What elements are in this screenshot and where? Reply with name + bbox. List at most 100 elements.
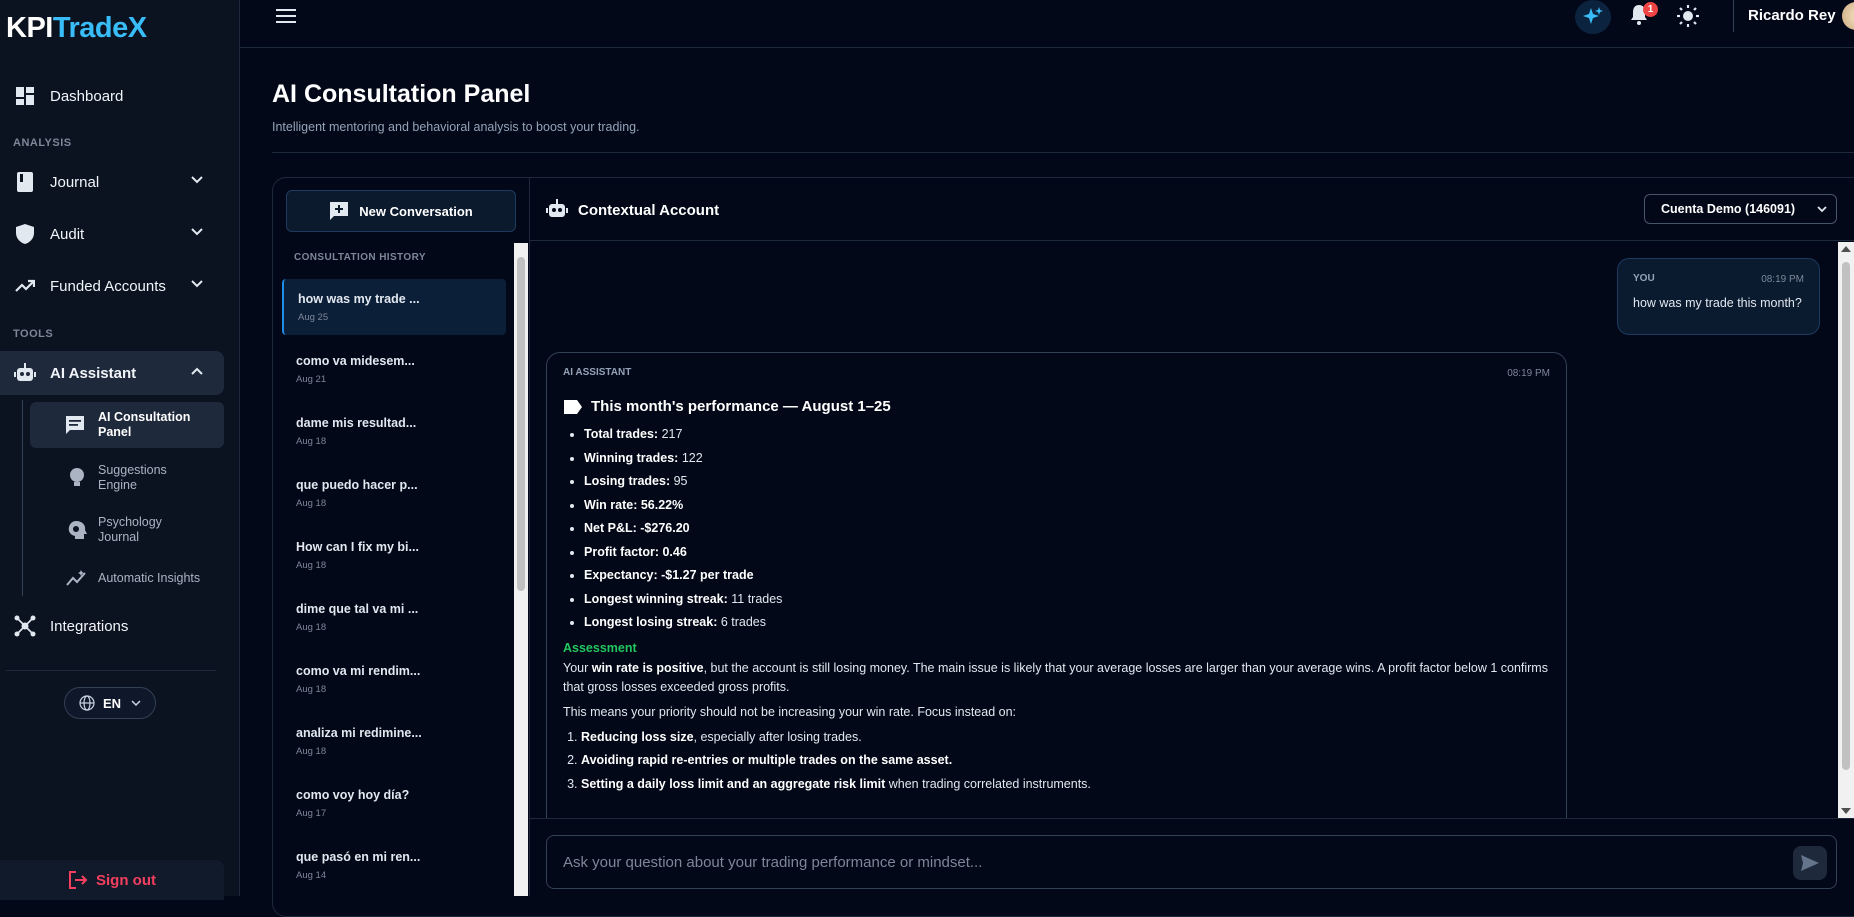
chevron-down-icon xyxy=(190,277,204,295)
sidebar: KPITradeX Dashboard ANALYSIS Journal Aud… xyxy=(0,0,240,900)
history-item[interactable]: que pasó en mi ren... Aug 14 xyxy=(282,837,506,893)
stat-item: Longest winning streak: 11 trades xyxy=(584,588,1550,612)
chevron-down-icon xyxy=(190,225,204,243)
username[interactable]: Ricardo Rey xyxy=(1748,7,1836,24)
robot-icon xyxy=(546,199,568,224)
history-item-title: How can I fix my bi... xyxy=(296,540,419,554)
send-button[interactable] xyxy=(1793,846,1827,880)
language-label: EN xyxy=(103,695,122,711)
subnav-automatic-insights[interactable]: Automatic Insights xyxy=(30,555,224,601)
history-item[interactable]: How can I fix my bi... Aug 18 xyxy=(282,527,506,583)
label-tag-icon xyxy=(563,399,583,415)
nav-journal-label: Journal xyxy=(50,173,100,191)
subnav-label: Suggestions Engine xyxy=(98,463,167,492)
history-item[interactable]: how was my trade ... Aug 25 xyxy=(282,279,506,335)
history-scroll-thumb[interactable] xyxy=(517,257,525,591)
nav-integrations[interactable]: Integrations xyxy=(0,604,224,648)
nav-funded-accounts-label: Funded Accounts xyxy=(50,277,166,295)
new-conversation-label: New Conversation xyxy=(359,203,473,219)
language-selector[interactable]: EN xyxy=(64,687,156,719)
history-scrollbar[interactable] xyxy=(514,243,528,896)
history-item[interactable]: dime que tal va mi ... Aug 18 xyxy=(282,589,506,645)
history-item-date: Aug 18 xyxy=(296,498,327,509)
account-select[interactable]: Cuenta Demo (146091) xyxy=(1644,194,1837,224)
sign-out-button[interactable]: Sign out xyxy=(0,860,224,900)
assessment-title: Assessment xyxy=(563,640,637,655)
focus-list: Reducing loss size, especially after los… xyxy=(563,726,1550,797)
chat-scroll-thumb[interactable] xyxy=(1842,262,1850,770)
menu-icon[interactable] xyxy=(276,8,296,29)
stat-item: Longest losing streak: 6 trades xyxy=(584,611,1550,635)
nav-dashboard-label: Dashboard xyxy=(50,87,124,105)
history-item[interactable]: como va midesem... Aug 21 xyxy=(282,341,506,397)
top-bar: 1 Ricardo Rey xyxy=(240,0,1854,48)
subnav-ai-consultation-panel[interactable]: AI Consultation Panel xyxy=(30,402,224,448)
subnav-suggestions-engine[interactable]: Suggestions Engine xyxy=(30,455,224,501)
book-icon xyxy=(14,171,36,193)
scroll-up-arrow-icon[interactable] xyxy=(1841,246,1851,252)
history-item[interactable]: como voy hoy día? Aug 17 xyxy=(282,775,506,831)
stat-item: Net P&L: -$276.20 xyxy=(584,517,1550,541)
focus-item: Avoiding rapid re-entries or multiple tr… xyxy=(581,749,1550,773)
chevron-up-icon xyxy=(190,364,204,382)
shield-icon xyxy=(14,223,36,245)
theme-toggle-sun-icon[interactable] xyxy=(1676,4,1700,33)
page-title: AI Consultation Panel xyxy=(272,80,531,108)
message-author: AI ASSISTANT xyxy=(563,367,632,378)
history-item-date: Aug 18 xyxy=(296,684,327,695)
nav-dashboard[interactable]: Dashboard xyxy=(0,74,224,118)
subnav-psychology-journal[interactable]: Psychology Journal xyxy=(30,507,224,553)
message-heading: This month's performance — August 1–25 xyxy=(563,398,1550,415)
brand-logo[interactable]: KPITradeX xyxy=(6,12,147,45)
ai-sparkle-button[interactable] xyxy=(1575,0,1611,34)
history-item[interactable]: dame mis resultad... Aug 18 xyxy=(282,403,506,459)
history-item[interactable]: como va mi rendim... Aug 18 xyxy=(282,651,506,707)
new-conversation-button[interactable]: New Conversation xyxy=(286,190,516,232)
chat-scrollbar[interactable] xyxy=(1838,242,1854,818)
chevron-down-icon xyxy=(1816,203,1828,218)
avatar[interactable] xyxy=(1842,2,1854,30)
history-item-date: Aug 18 xyxy=(296,746,327,757)
history-item-date: Aug 25 xyxy=(298,312,329,323)
message-time: 08:19 PM xyxy=(1761,274,1804,285)
nav-integrations-label: Integrations xyxy=(50,617,129,635)
globe-icon xyxy=(79,695,95,711)
focus-intro: This means your priority should not be i… xyxy=(563,704,1017,719)
sparkline-icon xyxy=(66,567,88,589)
nav-audit[interactable]: Audit xyxy=(0,212,224,256)
message-time: 08:19 PM xyxy=(1507,368,1550,379)
history-item-date: Aug 21 xyxy=(296,374,327,385)
history-item-date: Aug 18 xyxy=(296,622,327,633)
nav-journal[interactable]: Journal xyxy=(0,160,224,204)
assessment-paragraph: Your win rate is positive, but the accou… xyxy=(563,660,1548,694)
message-heading-text: This month's performance — August 1–25 xyxy=(591,398,891,415)
stat-item: Losing trades: 95 xyxy=(584,470,1550,494)
nav-ai-assistant[interactable]: AI Assistant xyxy=(0,351,224,395)
sparkle-icon xyxy=(1581,5,1605,29)
trending-up-icon xyxy=(14,275,36,297)
assistant-message: AI ASSISTANT 08:19 PM This month's perfo… xyxy=(546,352,1567,832)
tools-section-label: TOOLS xyxy=(13,328,54,340)
page-subtitle: Intelligent mentoring and behavioral ana… xyxy=(272,120,640,134)
account-select-value: Cuenta Demo (146091) xyxy=(1661,202,1796,216)
notification-badge: 1 xyxy=(1643,2,1658,17)
history-item-title: como va mi rendim... xyxy=(296,664,421,678)
scroll-down-arrow-icon[interactable] xyxy=(1841,808,1851,814)
stat-item: Win rate: 56.22% xyxy=(584,494,1550,518)
history-item[interactable]: que puedo hacer p... Aug 18 xyxy=(282,465,506,521)
lightbulb-icon xyxy=(66,467,88,489)
stat-item: Winning trades: 122 xyxy=(584,447,1550,471)
contextual-account-title: Contextual Account xyxy=(578,202,720,219)
analysis-section-label: ANALYSIS xyxy=(13,137,72,149)
history-item[interactable]: analiza mi redimine... Aug 18 xyxy=(282,713,506,769)
subnav-label: Psychology Journal xyxy=(98,515,162,544)
user-message: YOU 08:19 PM how was my trade this month… xyxy=(1617,258,1820,335)
question-input[interactable] xyxy=(546,835,1837,889)
history-item-date: Aug 14 xyxy=(296,870,327,881)
nav-funded-accounts[interactable]: Funded Accounts xyxy=(0,264,224,308)
nav-ai-assistant-label: AI Assistant xyxy=(50,364,137,382)
dashboard-icon xyxy=(14,85,36,107)
stat-item: Total trades: 217 xyxy=(584,423,1550,447)
network-icon xyxy=(14,615,36,637)
history-item-title: como voy hoy día? xyxy=(296,788,410,802)
